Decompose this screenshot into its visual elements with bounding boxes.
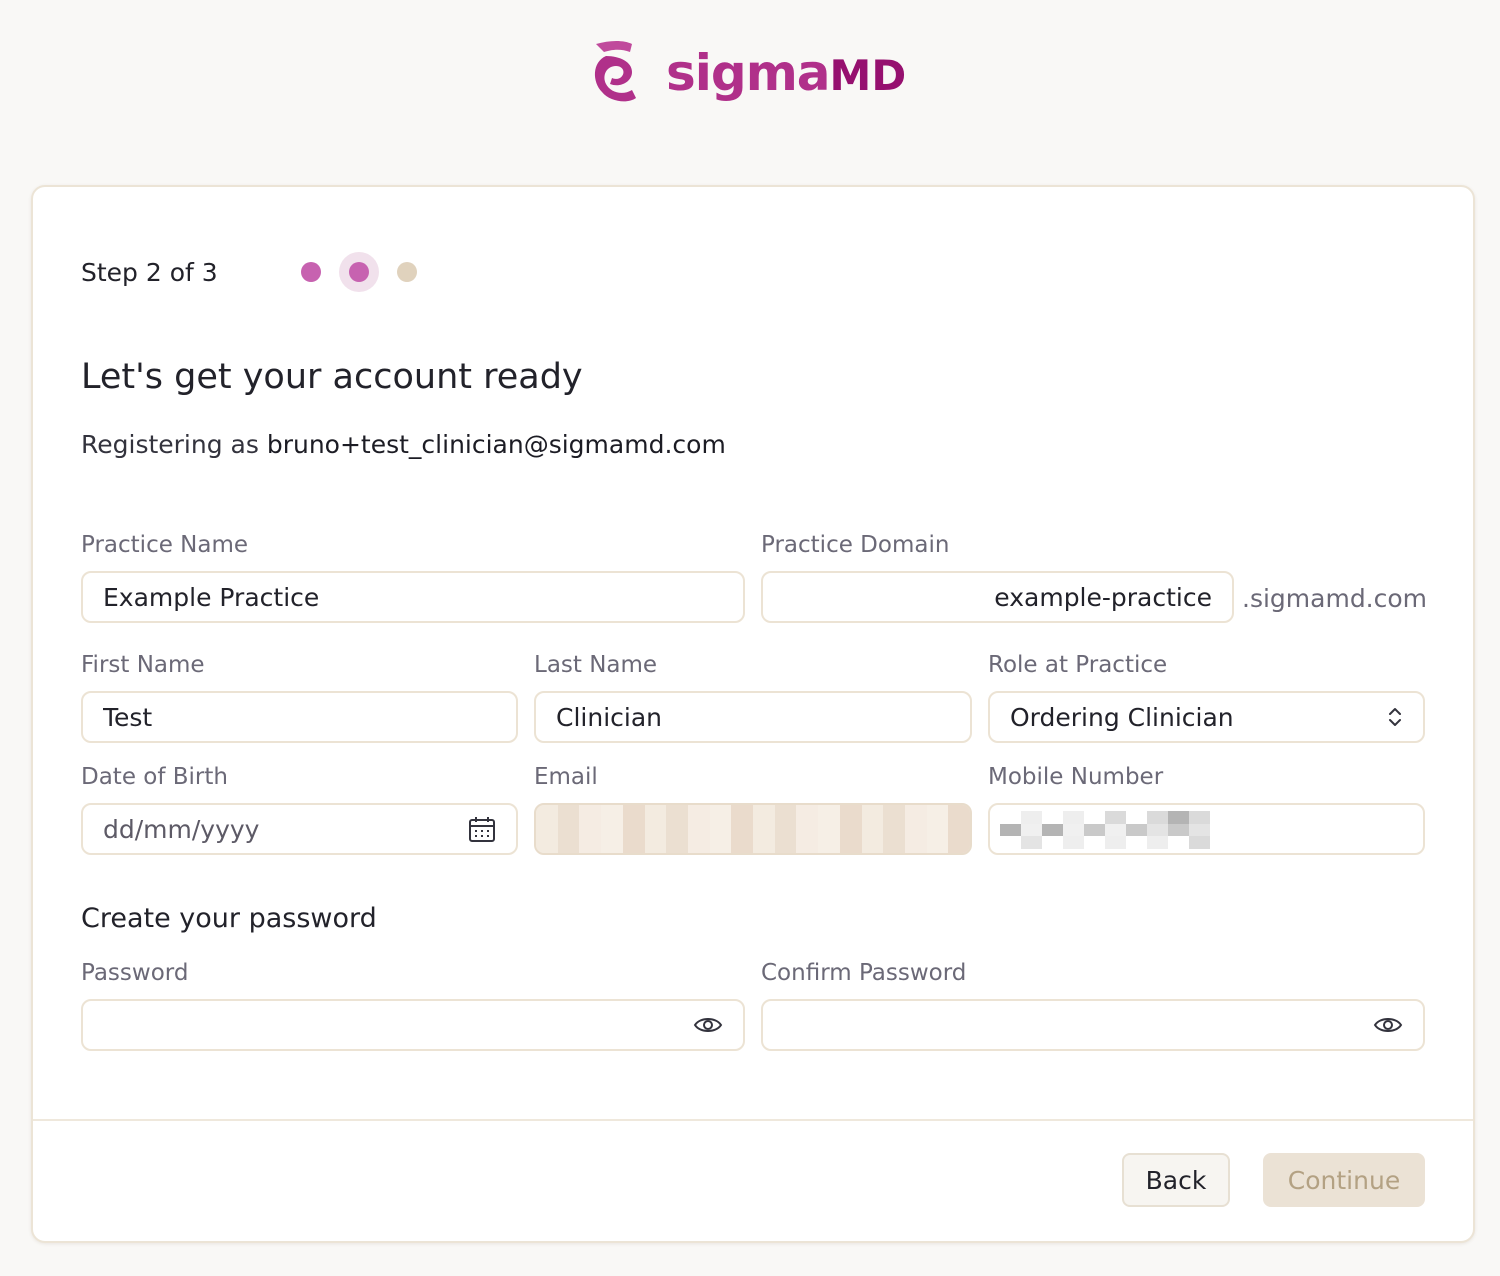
brand-name-prefix: sigma: [666, 44, 831, 102]
first-name-label: First Name: [81, 652, 205, 678]
practice-domain-value: example-practice: [994, 582, 1212, 612]
practice-domain-label: Practice Domain: [761, 532, 950, 558]
redacted-pixelation: [536, 805, 970, 853]
password-section-title: Create your password: [81, 903, 377, 934]
stepper: Step 2 of 3: [81, 251, 417, 293]
step-dot-3: [397, 262, 417, 282]
confirm-password-input[interactable]: [761, 999, 1425, 1051]
step-indicator-text: Step 2 of 3: [81, 257, 218, 287]
practice-domain-input[interactable]: example-practice: [761, 571, 1234, 623]
password-label: Password: [81, 960, 189, 986]
mobile-number-label: Mobile Number: [988, 764, 1164, 790]
mobile-number-input[interactable]: [988, 803, 1425, 855]
first-name-input[interactable]: Test: [81, 691, 518, 743]
first-name-value: Test: [103, 702, 153, 732]
step-dot-2: [349, 262, 369, 282]
practice-name-label: Practice Name: [81, 532, 249, 558]
confirm-password-label: Confirm Password: [761, 960, 967, 986]
last-name-input[interactable]: Clinician: [534, 691, 972, 743]
page-title: Let's get your account ready: [81, 357, 583, 397]
redacted-pixelation: [1000, 811, 1210, 849]
practice-name-input[interactable]: Example Practice: [81, 571, 745, 623]
practice-name-value: Example Practice: [103, 582, 320, 612]
email-label: Email: [534, 764, 598, 790]
eye-icon[interactable]: [693, 1014, 723, 1036]
brand-wordmark: sigmaMD: [666, 48, 906, 98]
footer-divider: [33, 1119, 1473, 1121]
email-input-redacted: [534, 803, 972, 855]
date-of-birth-placeholder: dd/mm/yyyy: [103, 814, 260, 844]
registering-as: Registering as bruno+test_clinician@sigm…: [81, 430, 726, 459]
step-dot-1: [301, 262, 321, 282]
registering-email: bruno+test_clinician@sigmamd.com: [266, 430, 726, 459]
last-name-value: Clinician: [556, 702, 662, 732]
practice-domain-suffix: .sigmamd.com: [1242, 584, 1428, 613]
calendar-icon[interactable]: [468, 815, 496, 843]
role-select[interactable]: Ordering Clinician: [988, 691, 1425, 743]
sigma-logo-icon: [594, 41, 636, 102]
date-of-birth-input[interactable]: dd/mm/yyyy: [81, 803, 518, 855]
brand-logo: sigmaMD: [590, 38, 906, 108]
password-input[interactable]: [81, 999, 745, 1051]
chevron-up-down-icon: [1387, 705, 1403, 729]
role-value: Ordering Clinician: [1010, 702, 1234, 732]
role-label: Role at Practice: [988, 652, 1168, 678]
last-name-label: Last Name: [534, 652, 658, 678]
date-of-birth-label: Date of Birth: [81, 764, 228, 790]
registration-card: Step 2 of 3 Let's get your account ready…: [31, 185, 1475, 1243]
back-button[interactable]: Back: [1122, 1153, 1230, 1207]
registering-prefix: Registering as: [81, 430, 259, 459]
continue-button[interactable]: Continue: [1263, 1153, 1425, 1207]
brand-name-suffix: MD: [829, 51, 907, 100]
eye-icon[interactable]: [1373, 1014, 1403, 1036]
